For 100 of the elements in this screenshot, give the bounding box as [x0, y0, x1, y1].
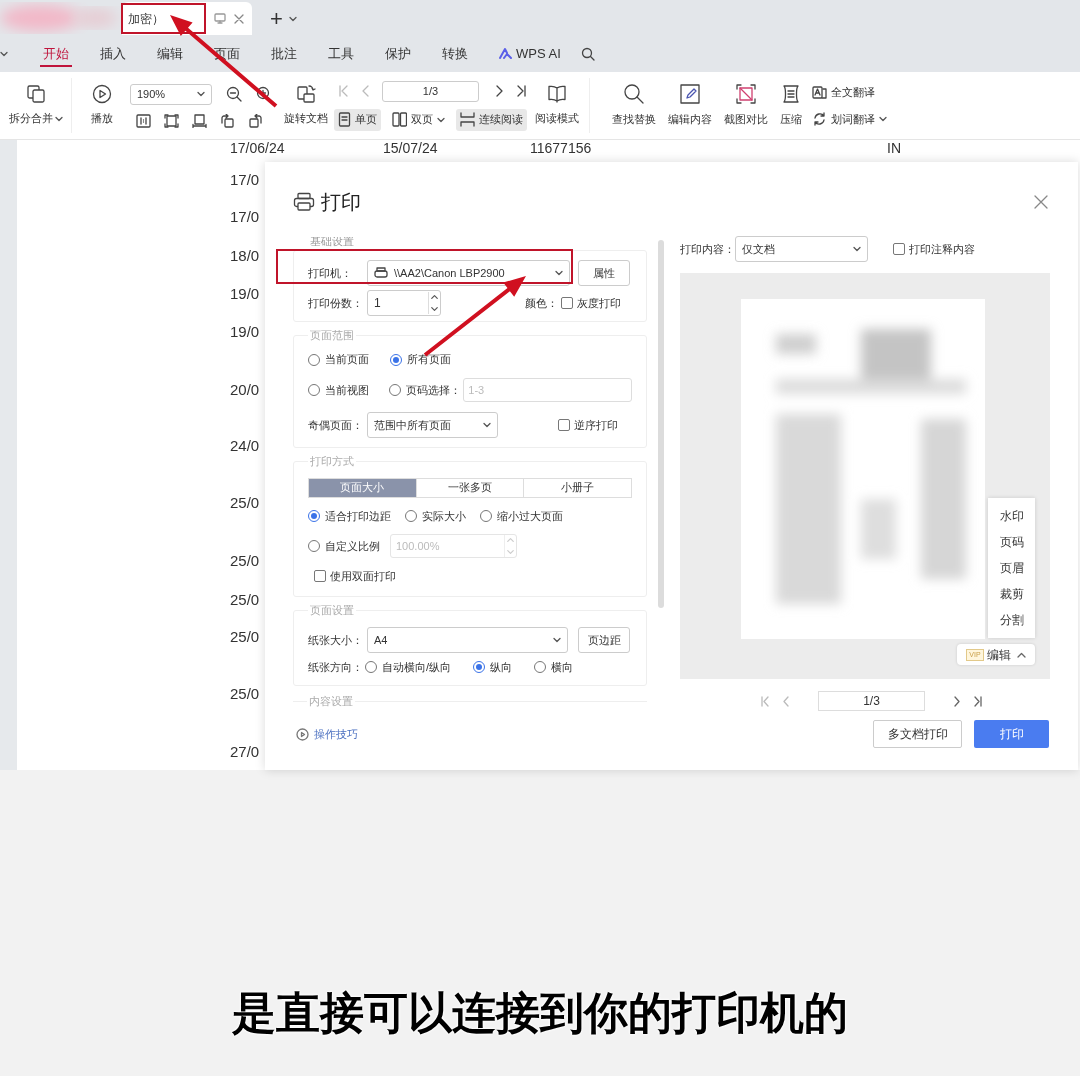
zoom-field[interactable]: 190% — [130, 83, 212, 105]
caret-icon[interactable] — [553, 636, 561, 643]
odd-even-select[interactable]: 范围中所有页面 — [367, 411, 498, 438]
zoom-out-icon[interactable] — [226, 86, 242, 102]
caret-icon[interactable] — [853, 246, 861, 252]
ai-logo-icon — [499, 48, 512, 59]
caret-icon[interactable] — [555, 270, 563, 276]
radio-label: 横向 — [551, 659, 574, 675]
checkbox[interactable] — [561, 297, 573, 309]
caret-icon[interactable] — [879, 115, 887, 122]
caret-icon[interactable] — [288, 16, 297, 22]
ribbon-tab[interactable]: 转换 — [439, 39, 471, 68]
table-cell-text: 25/0 — [230, 627, 261, 647]
print-button[interactable]: 打印 — [974, 720, 1049, 748]
refresh-translate-icon — [812, 111, 827, 126]
checkbox[interactable] — [314, 570, 326, 583]
menu-item[interactable]: 页码 — [1000, 532, 1035, 552]
menu-item[interactable]: 裁剪 — [1000, 584, 1035, 604]
checkbox-label: 灰度打印 — [577, 295, 621, 311]
search-icon[interactable] — [623, 83, 645, 106]
play-circle-icon — [296, 727, 309, 741]
ribbon-tab[interactable]: 编辑 — [154, 39, 186, 68]
page-range-field[interactable]: 1-3 — [463, 377, 632, 402]
print-content-select[interactable]: 仅文档 — [735, 236, 868, 262]
ribbon-tab[interactable]: 工具 — [325, 39, 357, 68]
scrollbar[interactable] — [658, 240, 664, 608]
page-number-field[interactable]: 1/3 — [382, 80, 479, 102]
field-label: 颜色： — [525, 295, 559, 311]
ribbon-tab[interactable]: 插入 — [97, 39, 129, 68]
dialog-title: 打印 — [321, 190, 361, 215]
radio-label: 所有页面 — [407, 352, 451, 368]
rotate-right-icon[interactable] — [248, 113, 263, 128]
screenshot-compare-icon[interactable] — [735, 83, 757, 106]
field-label: 打印内容： — [680, 241, 735, 257]
caret-icon[interactable] — [54, 115, 63, 122]
table-cell-text: 24/0 — [230, 436, 261, 456]
book-icon[interactable] — [547, 84, 567, 105]
edit-content-icon[interactable] — [679, 83, 701, 106]
table-cell-text: 20/0 — [230, 380, 261, 400]
caret-icon[interactable] — [483, 421, 491, 428]
toolbar-button[interactable]: 编辑内容 — [668, 72, 712, 139]
group-legend: 页面设置 — [308, 603, 356, 617]
ribbon-tab[interactable]: 开始 — [40, 39, 72, 68]
field-label: 打印份数： — [308, 295, 364, 311]
view-mode-button[interactable]: 双页 — [388, 108, 449, 131]
split-merge-icon[interactable] — [25, 84, 46, 105]
margins-button[interactable]: 页边距 — [578, 626, 630, 653]
ribbon-tab[interactable]: 批注 — [268, 39, 300, 68]
menu-item[interactable]: 水印 — [1000, 506, 1035, 526]
toolbar-button[interactable]: 压缩 — [780, 72, 802, 139]
last-page-icon[interactable] — [515, 85, 527, 97]
radio-label: 实际大小 — [422, 508, 466, 524]
view-mode-button[interactable]: 单页 — [334, 108, 381, 131]
properties-button[interactable]: 属性 — [578, 260, 630, 286]
group-legend: 内容设置 — [307, 694, 355, 708]
group-legend: 打印方式 — [308, 454, 356, 468]
menu-item[interactable]: 分割 — [1000, 610, 1035, 630]
close-icon[interactable] — [234, 13, 244, 24]
field-label: 打印机： — [308, 265, 353, 281]
ribbon-tab[interactable]: WPS AI — [496, 39, 564, 68]
close-icon[interactable] — [1034, 195, 1048, 209]
toolbar-button[interactable]: 查找替换 — [612, 72, 656, 139]
copies-spinner[interactable]: 1 — [367, 290, 441, 316]
new-tab-button[interactable]: + — [270, 9, 283, 29]
multi-document-print-button[interactable]: 多文档打印 — [873, 720, 962, 748]
view-mode-button[interactable]: 连续阅读 — [456, 108, 527, 131]
caret-icon[interactable] — [197, 91, 205, 97]
page-number-field[interactable]: 1/3 — [818, 691, 925, 711]
actual-size-icon[interactable] — [136, 113, 151, 128]
table-cell-text: 11677156 — [530, 140, 593, 158]
full-translate-button[interactable]: 全文翻译 — [812, 84, 887, 101]
fit-width-icon[interactable] — [192, 113, 207, 128]
paper-size-select[interactable]: A4 — [367, 626, 568, 653]
toolbar-button[interactable]: 拆分合并 — [8, 78, 63, 133]
play-icon[interactable] — [92, 84, 112, 105]
printer-select[interactable]: \\AA2\Canon LBP2900 — [367, 260, 570, 286]
checkbox[interactable] — [558, 418, 570, 431]
caret-icon[interactable] — [437, 116, 445, 123]
tips-link[interactable]: 操作技巧 — [296, 725, 358, 743]
checkbox[interactable] — [893, 243, 905, 255]
last-page-icon[interactable] — [972, 695, 983, 707]
search-icon[interactable] — [580, 46, 595, 61]
toolbar-button[interactable]: 播放 — [89, 72, 115, 139]
fit-page-icon[interactable] — [164, 113, 179, 128]
group-legend: 页面范围 — [308, 328, 356, 342]
toolbar-button[interactable]: 旋转文档 — [284, 72, 328, 139]
ribbon-tab[interactable]: 保护 — [382, 39, 414, 68]
rotate-left-icon[interactable] — [220, 113, 235, 128]
printer-icon — [374, 267, 388, 279]
table-cell-text: 15/07/24 — [383, 140, 439, 158]
toolbar-button[interactable]: 阅读模式 — [535, 78, 579, 133]
toolbar-button[interactable]: 截图对比 — [724, 72, 768, 139]
chevron-icon[interactable] — [0, 50, 8, 57]
table-cell-text: 27/0 — [230, 742, 261, 762]
subtitle: 是直接可以连接到你的打印机的 — [232, 987, 848, 1039]
radio-label: 当前页面 — [325, 352, 369, 368]
rotate-document-icon[interactable] — [296, 84, 316, 105]
menu-item[interactable]: 页眉 — [1000, 558, 1035, 578]
monitor-icon[interactable] — [214, 13, 226, 24]
word-translate-button[interactable]: 划词翻译 — [812, 110, 887, 127]
